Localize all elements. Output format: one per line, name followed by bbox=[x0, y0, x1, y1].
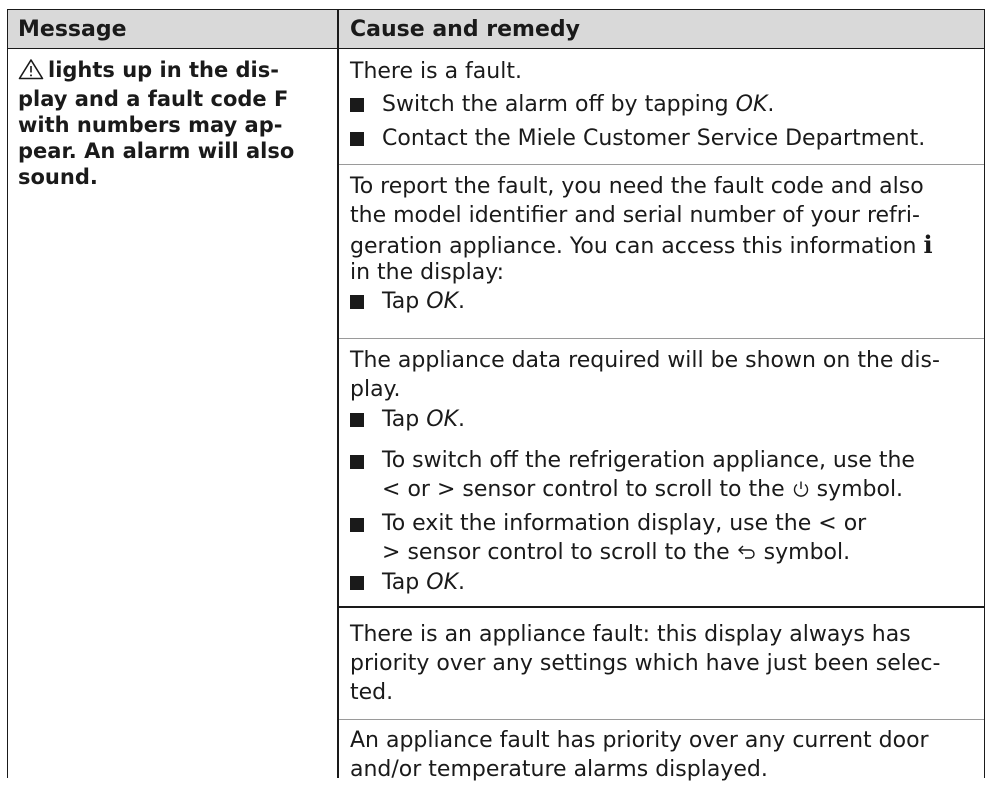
chevron-left-icon: < bbox=[818, 511, 837, 536]
remedy-text: The appliance data required will be show… bbox=[350, 348, 940, 373]
bullet-icon bbox=[350, 98, 364, 112]
chevron-right-icon: > bbox=[436, 477, 456, 502]
header-cause-remedy: Cause and remedy bbox=[350, 17, 580, 42]
message-line: lights up in the dis- bbox=[48, 58, 279, 82]
remedy-bullet-continued: > sensor control to scroll to the symbol… bbox=[382, 540, 851, 565]
remedy-text: priority over any settings which have ju… bbox=[350, 651, 941, 676]
message-line: sound. bbox=[18, 165, 98, 189]
remedy-text: There is an appliance fault: this displa… bbox=[350, 622, 911, 647]
remedy-text: play. bbox=[350, 377, 401, 402]
remedy-block-alarms: An appliance fault has priority over any… bbox=[339, 719, 984, 789]
remedy-text: ted. bbox=[350, 680, 394, 705]
bullet-icon bbox=[350, 295, 364, 309]
remedy-bullet: Tap OK. bbox=[382, 570, 465, 595]
bullet-icon bbox=[350, 132, 364, 146]
remedy-bullet: To switch off the refrigeration applianc… bbox=[382, 448, 915, 473]
bullet-icon bbox=[350, 518, 364, 532]
chevron-left-icon: < bbox=[382, 477, 401, 502]
chevron-right-icon: > bbox=[382, 540, 401, 565]
table-header: Message Cause and remedy bbox=[8, 10, 984, 49]
remedy-text: geration appliance. You can access this … bbox=[350, 230, 933, 260]
remedy-bullet-continued: < or > sensor control to scroll to the s… bbox=[382, 477, 904, 502]
power-icon bbox=[792, 477, 810, 502]
remedy-bullet: To exit the information display, use the… bbox=[382, 511, 867, 536]
message-line: pear. An alarm will also bbox=[18, 139, 295, 163]
back-arrow-icon bbox=[737, 540, 757, 565]
header-message: Message bbox=[18, 17, 127, 42]
remedy-block-data: The appliance data required will be show… bbox=[339, 338, 984, 606]
remedy-text: and/or temperature alarms displayed. bbox=[350, 757, 768, 782]
message-line: play and a fault code F bbox=[18, 87, 289, 111]
message-line: with numbers may ap- bbox=[18, 113, 283, 137]
remedy-bullet: Tap OK. bbox=[382, 407, 465, 432]
bullet-icon bbox=[350, 455, 364, 469]
bullet-icon bbox=[350, 576, 364, 590]
remedy-block-report: To report the fault, you need the fault … bbox=[339, 164, 984, 338]
remedy-text: There is a fault. bbox=[350, 59, 522, 84]
remedy-text: An appliance fault has priority over any… bbox=[350, 728, 929, 753]
info-icon: i bbox=[923, 230, 933, 259]
remedy-bullet: Contact the Miele Customer Service Depar… bbox=[382, 126, 926, 151]
remedy-bullet: Switch the alarm off by tapping OK. bbox=[382, 92, 775, 117]
remedy-text: in the display: bbox=[350, 260, 505, 285]
remedy-block-priority: There is an appliance fault: this displa… bbox=[339, 606, 984, 719]
remedy-block-fault: There is a fault. Switch the alarm off b… bbox=[339, 50, 984, 164]
remedy-bullet: Tap OK. bbox=[382, 289, 465, 314]
remedy-text: the model identifier and serial number o… bbox=[350, 203, 920, 228]
fault-table: Message Cause and remedy lights up in th… bbox=[7, 9, 985, 782]
warning-triangle-icon bbox=[18, 58, 44, 86]
message-cell: lights up in the dis- play and a fault c… bbox=[18, 57, 323, 190]
remedy-text: To report the fault, you need the fault … bbox=[350, 174, 924, 199]
bullet-icon bbox=[350, 413, 364, 427]
